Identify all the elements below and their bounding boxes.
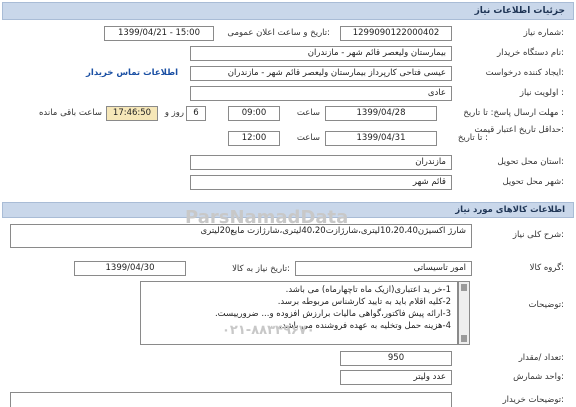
scroll-up-arrow-icon[interactable]	[461, 284, 467, 291]
remaining-label: ساعت باقی مانده	[38, 108, 102, 118]
goods-section-title: اطلاعات کالاهای مورد نیاز	[455, 205, 565, 215]
announce-label: تاریخ و ساعت اعلان عمومی:	[227, 28, 330, 38]
priority-label: اولویت نیاز :	[519, 88, 564, 98]
watermark-phone: ۰۲۱-۸۸۳۴۹۶۷۰	[222, 323, 315, 338]
summary-label: شرح کلی نیاز:	[512, 230, 564, 240]
notes-line: 2-کلیه اقلام باید به تایید کارشناس مربوط…	[277, 297, 451, 307]
unit-label: واحد شمارش:	[513, 372, 564, 382]
validity-time-field[interactable]: 12:00	[228, 131, 280, 146]
deadline-time-field[interactable]: 09:00	[228, 106, 280, 121]
deadline-date-field[interactable]: 1399/04/28	[325, 106, 437, 121]
notes-line: 1-خر ید اعتباری(ازیک ماه تاچهارماه) می ب…	[285, 285, 451, 295]
buyer-label: نام دستگاه خریدار:	[497, 48, 564, 58]
province-label: استان محل تحویل:	[497, 157, 564, 167]
buyer-field[interactable]: بیمارستان ولیعصر قائم شهر - مازندران	[190, 46, 452, 61]
unit-field[interactable]: عدد ولیتر	[340, 370, 452, 385]
buyer-notes-label: توضیحات خریدار:	[502, 395, 564, 405]
deadline-time-label: ساعت	[296, 108, 320, 118]
validity-time-label: ساعت	[296, 133, 320, 143]
notes-label: توضیحات:	[528, 300, 565, 310]
need-date-label: تاریخ نیاز به کالا:	[232, 264, 290, 274]
buyer-contact-link[interactable]: اطلاعات تماس خریدار	[68, 68, 178, 78]
need-number-label: شماره نیاز:	[523, 28, 564, 38]
notes-scrollbar[interactable]	[458, 281, 470, 345]
remaining-time-field: 17:46:50	[106, 106, 158, 121]
city-label: شهر محل تحویل:	[502, 177, 564, 187]
validity-prefix: تا تاریخ :	[457, 133, 488, 143]
days-field[interactable]: 6	[186, 106, 206, 121]
priority-field[interactable]: عادی	[190, 86, 452, 101]
buyer-notes-field[interactable]	[10, 392, 452, 407]
creator-field[interactable]: عیسی فتاحی کارپرداز بیمارستان ولیعصر قائ…	[190, 66, 452, 81]
scroll-down-arrow-icon[interactable]	[461, 335, 467, 342]
count-field[interactable]: 950	[340, 351, 452, 366]
city-field[interactable]: قائم شهر	[190, 175, 452, 190]
creator-label: ایجاد کننده درخواست:	[485, 68, 564, 78]
watermark-text: ParsNamadData	[185, 207, 349, 228]
deadline-label: مهلت ارسال پاسخ: تا تاریخ :	[463, 108, 564, 118]
notes-line: 3-ارائه پیش فاکتور،گواهی مالیات برارزش ا…	[214, 309, 451, 319]
page-title: جزئیات اطلاعات نیاز	[474, 6, 565, 16]
group-label: گروه کالا:	[529, 263, 564, 273]
province-field[interactable]: مازندران	[190, 155, 452, 170]
group-field[interactable]: امور تاسیساتی	[295, 261, 472, 276]
need-date-field[interactable]: 1399/04/30	[74, 261, 186, 276]
validity-date-field[interactable]: 1399/04/31	[325, 131, 437, 146]
page-header: جزئیات اطلاعات نیاز	[2, 2, 574, 20]
count-label: تعداد /مقدار:	[518, 353, 564, 363]
announce-field[interactable]: 1399/04/21 - 15:00	[104, 26, 214, 41]
need-number-field[interactable]: 1299090122000402	[340, 26, 452, 41]
